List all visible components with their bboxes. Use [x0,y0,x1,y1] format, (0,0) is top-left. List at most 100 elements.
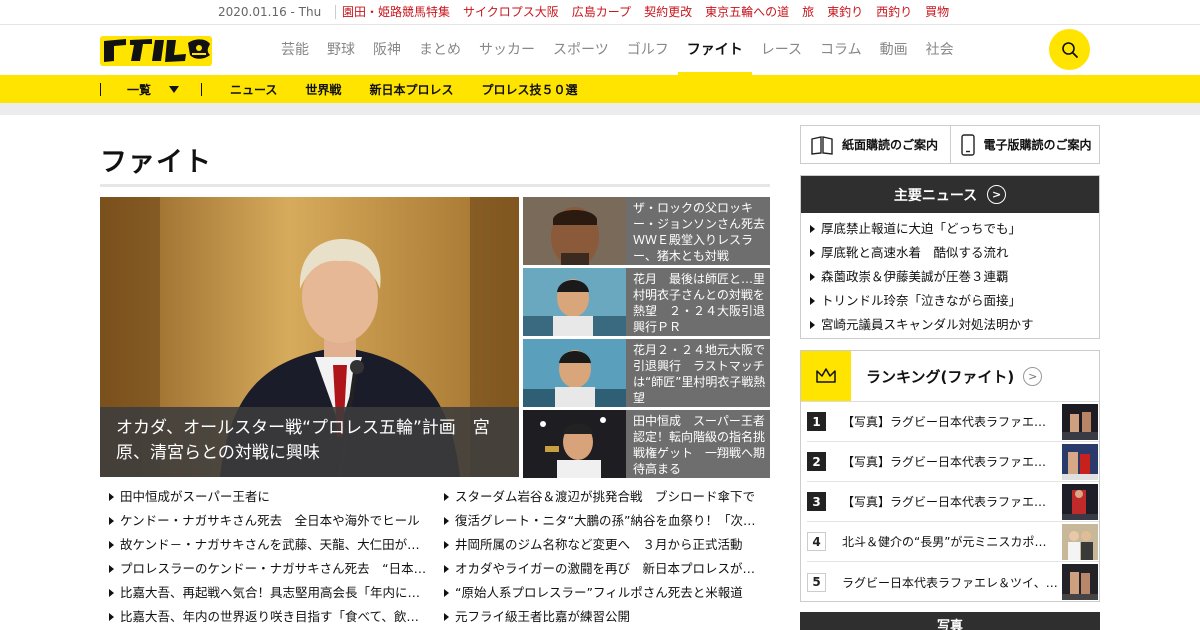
ranking-header[interactable]: ランキング(ファイト) > [801,351,1099,402]
featured-link[interactable]: サイクロプス大阪 [463,5,559,19]
news-list-left: 田中恒成がスーパー王者に ケンドー・ナガサキさん死去 全日本や海外でヒール 故ケ… [108,485,428,629]
featured-link[interactable]: 買物 [925,5,949,19]
page-title: ファイト [100,147,212,178]
ranking-thumbnail [1062,564,1098,600]
current-date: 2020.01.16 - Thu [218,5,337,19]
sub-article[interactable]: ザ・ロックの父ロッキー・ジョンソンさん死去 ＷＷＥ殿堂入りレスラー、猪木とも対戦 [523,197,770,265]
main-news-item[interactable]: トリンドル玲奈「泣きながら面接」 [809,289,1099,313]
hero-article[interactable]: オカダ、オールスター戦“プロレス五輪”計画 宮原、清宮らとの対戦に興味 [100,197,519,477]
ranking-title-text: 【写真】ラグビー日本代表ラファエレ＆ツイ、リング [842,455,1058,469]
list-item[interactable]: 比嘉大吾、年内の世界返り咲き目指す「食べて、飲んで」 [108,605,428,629]
subnav-world-title[interactable]: 世界戦 [305,81,341,98]
featured-link[interactable]: 契約更改 [644,5,692,19]
print-subscription-label: 紙面購読のご案内 [842,138,939,152]
digital-subscription-button[interactable]: 電子版購読のご案内 [949,126,1100,163]
sub-article[interactable]: 田中恒成 スーパー王者認定！転向階級の指名挑戦権ゲット 一翔戦へ期待高まる [523,410,770,478]
nav-soccer[interactable]: サッカー [470,25,544,75]
featured-link[interactable]: 園田・姫路競馬特集 [342,5,450,19]
subnav-moves[interactable]: プロレス技５０選 [481,81,577,98]
ranking-thumbnail [1062,483,1098,520]
list-item[interactable]: 元フライ級王者比嘉が練習公開 [443,605,763,629]
nav-baseball[interactable]: 野球 [318,25,364,75]
nav-society[interactable]: 社会 [917,25,963,75]
nav-race[interactable]: レース [752,25,811,75]
nav-sports[interactable]: スポーツ [544,25,618,75]
main-news-item[interactable]: 厚底禁止報道に大迫「どっちでも」 [809,217,1099,241]
list-item[interactable]: ケンドー・ナガサキさん死去 全日本や海外でヒール [108,509,428,533]
nav-golf[interactable]: ゴルフ [618,25,678,75]
ranking-row[interactable]: 2 【写真】ラグビー日本代表ラファエレ＆ツイ、リング [807,442,1099,482]
main-news-item[interactable]: 宮崎元議員スキャンダル対処法明かす [809,313,1099,337]
print-subscription-button[interactable]: 紙面購読のご案内 [801,126,950,163]
main-news-item[interactable]: 森薗政崇＆伊藤美誠が圧巻３連覇 [809,265,1099,289]
list-item[interactable]: 井岡所属のジム名称など変更へ ３月から正式活動 [443,533,763,557]
list-item[interactable]: プロレスラーのケンドー・ナガサキさん死去 “日本人初のUFC” [108,557,428,581]
rank-number: 5 [807,572,826,592]
divider [0,103,1200,115]
ranking-row[interactable]: 3 【写真】ラグビー日本代表ラファエレ＆ツイ、観戦 [807,482,1099,522]
sub-articles: ザ・ロックの父ロッキー・ジョンソンさん死去 ＷＷＥ殿堂入りレスラー、猪木とも対戦… [523,197,770,481]
featured-links: 園田・姫路競馬特集 サイクロプス大阪 広島カープ 契約更改 東京五輪への道 旅 … [342,5,949,19]
list-item[interactable]: “原始人系プロレスラー”フィルポさん死去と米報道 [443,581,763,605]
site-header: 芸能 野球 阪神 まとめ サッカー スポーツ ゴルフ ファイト レース コラム … [0,25,1200,75]
ranking-thumbnail [1062,523,1098,560]
featured-link[interactable]: 西釣り [876,5,912,19]
sub-article[interactable]: 花月 最後は師匠と…里村明衣子さんとの対戦を熱望 ２・２４大阪引退興行ＰＲ [523,268,770,336]
ranking-title-text: 北斗＆健介の“長男”が元ミニスカポリスと結婚 [842,535,1058,549]
sub-article-title: 花月 最後は師匠と…里村明衣子さんとの対戦を熱望 ２・２４大阪引退興行ＰＲ [626,268,770,336]
crown-icon [801,351,851,401]
main-news-item[interactable]: 厚底靴と高速水着 酷似する流れ [809,241,1099,265]
ranking-row[interactable]: 5 ラグビー日本代表ラファエレ＆ツイ、プロレス観戦 [807,562,1099,602]
main-news-panel: 主要ニュース > 厚底禁止報道に大迫「どっちでも」 厚底靴と高速水着 酷似する流… [800,175,1100,339]
rank-number: 4 [807,532,826,551]
featured-link[interactable]: 東京五輪への道 [705,5,789,19]
ranking-panel: ランキング(ファイト) > 1 【写真】ラグビー日本代表ラファエレ＆ツイ、プロレ… [800,350,1100,602]
main-news-title: 主要ニュース [893,187,978,204]
nav-geinou[interactable]: 芸能 [272,25,318,75]
article-thumbnail [523,410,626,478]
photos-header[interactable]: 写真 [800,612,1100,630]
rank-number: 1 [807,412,826,431]
nav-column[interactable]: コラム [811,25,871,75]
search-button[interactable] [1049,29,1090,70]
list-item[interactable]: 比嘉大吾、再起戦へ気合！具志堅用高会長「年内に世界戦」 [108,581,428,605]
article-thumbnail [523,268,626,336]
hero-caption: オカダ、オールスター戦“プロレス五輪”計画 宮原、清宮らとの対戦に興味 [100,407,519,477]
subnav-news[interactable]: ニュース [230,81,277,98]
nav-fight[interactable]: ファイト [677,25,752,75]
list-item[interactable]: 田中恒成がスーパー王者に [108,485,428,509]
divider [100,184,770,187]
smartphone-icon [960,133,975,156]
list-dropdown-label: 一覧 [127,82,152,97]
sub-article[interactable]: 花月２・２４地元大阪で引退興行 ラストマッチは“師匠”里村明衣子戦熱望 [523,339,770,407]
ranking-thumbnail [1062,403,1098,440]
list-item[interactable]: 復活グレート・ニタ“大鵬の孫”納谷を血祭り！「次は」 [443,509,763,533]
sub-article-title: ザ・ロックの父ロッキー・ジョンソンさん死去 ＷＷＥ殿堂入りレスラー、猪木とも対戦 [626,197,770,265]
ranking-title-text: 【写真】ラグビー日本代表ラファエレ＆ツイ、プロレス [842,415,1058,429]
ranking-title-text: 【写真】ラグビー日本代表ラファエレ＆ツイ、観戦 [842,495,1058,509]
daily-logo-icon [100,36,212,66]
nav-hanshin[interactable]: 阪神 [364,25,410,75]
subnav-njpw[interactable]: 新日本プロレス [369,81,453,98]
ranking-row[interactable]: 1 【写真】ラグビー日本代表ラファエレ＆ツイ、プロレス [807,402,1099,442]
site-logo[interactable] [100,33,212,67]
featured-link[interactable]: 東釣り [827,5,863,19]
divider [201,82,203,96]
article-thumbnail [523,197,626,265]
list-item[interactable]: オカダやライガーの激闘を再び 新日本プロレスが特番 [443,557,763,581]
featured-link[interactable]: 旅 [802,5,814,19]
ranking-row[interactable]: 4 北斗＆健介の“長男”が元ミニスカポリスと結婚 [807,522,1099,562]
top-bar: 2020.01.16 - Thu 園田・姫路競馬特集 サイクロプス大阪 広島カー… [0,0,1200,25]
nav-matome[interactable]: まとめ [410,25,470,75]
list-item[interactable]: 故ケンド－・ナガサキさんを武藤、天龍、大仁田が追悼 [108,533,428,557]
digital-subscription-label: 電子版購読のご案内 [983,138,1092,152]
list-dropdown[interactable]: 一覧 [101,81,201,98]
ranking-title-text: ラグビー日本代表ラファエレ＆ツイ、プロレス観戦 [842,575,1058,590]
global-nav: 芸能 野球 阪神 まとめ サッカー スポーツ ゴルフ ファイト レース コラム … [272,25,963,75]
featured-link[interactable]: 広島カープ [572,5,631,19]
list-item[interactable]: スターダム岩谷＆渡辺が挑発合戦 ブシロード傘下で [443,485,763,509]
rank-number: 3 [807,492,826,511]
nav-video[interactable]: 動画 [871,25,917,75]
main-news-header[interactable]: 主要ニュース > [801,176,1099,213]
chevron-right-icon: > [1023,366,1043,386]
